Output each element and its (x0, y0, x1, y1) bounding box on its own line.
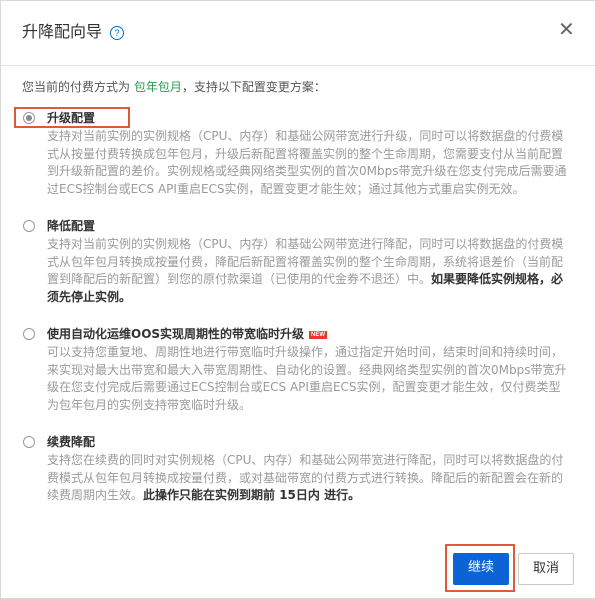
radio-downgrade[interactable] (23, 220, 35, 232)
option-upgrade-description: 支持对当前实例的实例规格（CPU、内存）和基础公网带宽进行升级，同时可以将数据盘… (47, 128, 569, 198)
help-icon[interactable]: ? (110, 26, 124, 40)
dialog-title: 升降配向导 (22, 22, 103, 41)
continue-button[interactable]: 继续 (453, 553, 509, 585)
option-oos-label[interactable]: 使用自动化运维OOS实现周期性的带宽临时升级 NEW (47, 326, 328, 342)
option-downgrade-label[interactable]: 降低配置 (47, 218, 95, 234)
payment-type: 包年包月 (133, 80, 182, 94)
cancel-button[interactable]: 取消 (518, 553, 574, 585)
option-oos-label-text[interactable]: 使用自动化运维OOS实现周期性的带宽临时升级 (47, 327, 304, 341)
option-upgrade-desc-text: 支持对当前实例的实例规格（CPU、内存）和基础公网带宽进行升级，同时可以将数据盘… (47, 129, 567, 196)
option-oos-description: 可以支持您重复地、周期性地进行带宽临时升级操作，通过指定开始时间，结束时间和持续… (47, 344, 569, 414)
intro-suffix: ，支持以下配置变更方案： (181, 80, 326, 94)
option-upgrade-label[interactable]: 升级配置 (47, 110, 95, 126)
radio-oos-temp-upgrade[interactable] (23, 328, 35, 340)
close-icon[interactable]: ✕ (558, 18, 575, 40)
dialog-header: 升降配向导 ? ✕ (1, 1, 595, 66)
option-renew-description: 支持您在续费的同时对实例规格（CPU、内存）和基础公网带宽进行降配，同时可以将数… (47, 452, 569, 505)
new-badge: NEW (309, 331, 328, 339)
intro-prefix: 您当前的付费方式为 (22, 80, 131, 94)
option-downgrade-description: 支持对当前实例的实例规格（CPU、内存）和基础公网带宽进行降配，同时可以将数据盘… (47, 236, 569, 306)
resize-wizard-dialog: 升降配向导 ? ✕ 您当前的付费方式为 包年包月，支持以下配置变更方案： 升级配… (0, 0, 596, 599)
radio-renew-downgrade[interactable] (23, 436, 35, 448)
option-oos-desc-text: 可以支持您重复地、周期性地进行带宽临时升级操作，通过指定开始时间，结束时间和持续… (47, 345, 567, 412)
option-renew-label[interactable]: 续费降配 (47, 434, 95, 450)
radio-upgrade[interactable] (23, 112, 35, 124)
option-renew-note: 此操作只能在实例到期前 15日内 进行。 (143, 488, 361, 502)
payment-intro: 您当前的付费方式为 包年包月，支持以下配置变更方案： (22, 79, 326, 95)
